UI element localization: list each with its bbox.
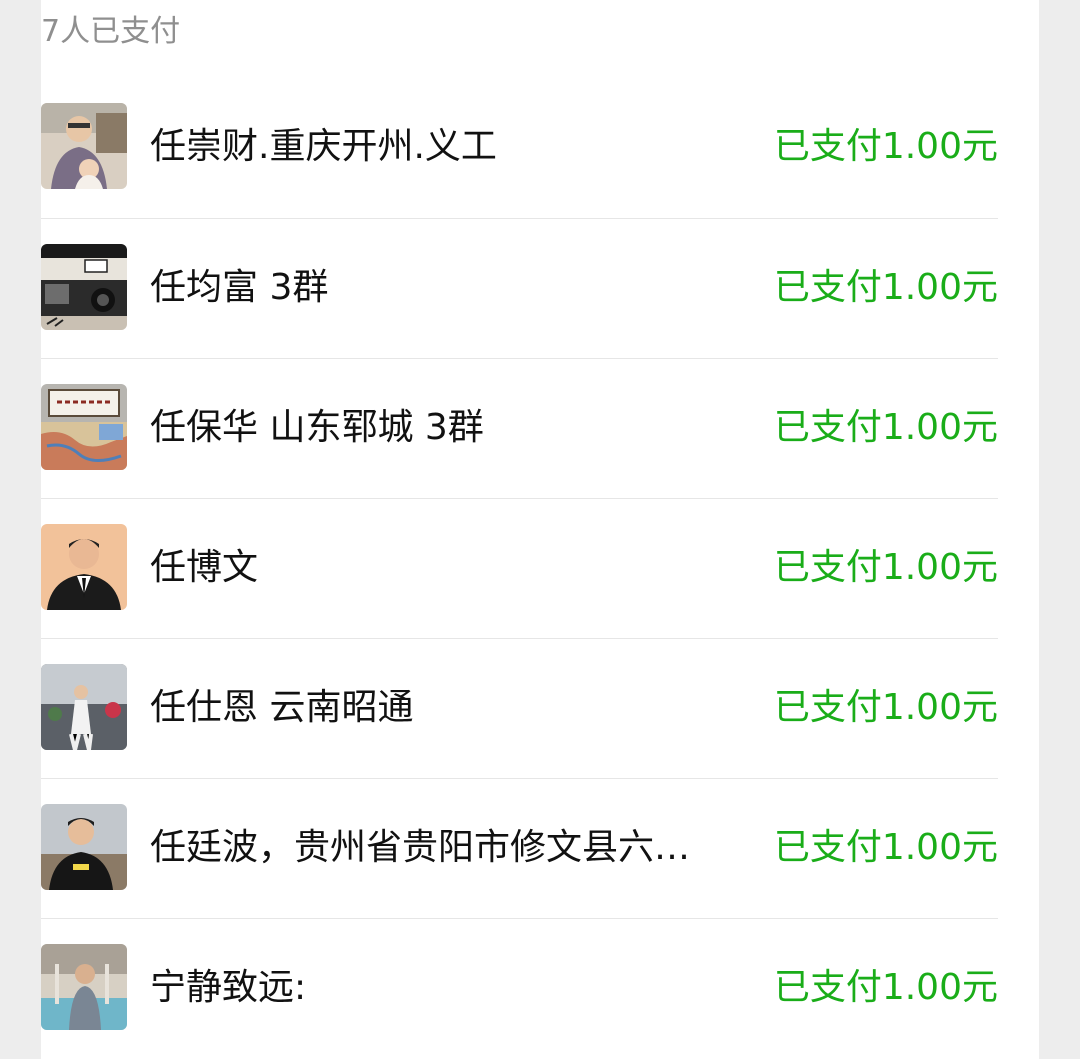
payment-status: 已支付1.00元 <box>773 407 998 448</box>
payment-status: 已支付1.00元 <box>773 967 998 1008</box>
avatar[interactable] <box>41 524 127 610</box>
payment-status: 已支付1.00元 <box>773 687 998 728</box>
payer-name: 任廷波，贵州省贵阳市修文县六… <box>150 827 691 868</box>
payer-row[interactable]: 任博文 已支付1.00元 <box>41 498 998 638</box>
avatar[interactable] <box>41 103 127 189</box>
payer-row[interactable]: 任崇财.重庆开州.义工 已支付1.00元 <box>41 78 998 218</box>
payer-name: 任均富 3群 <box>150 267 329 308</box>
avatar[interactable] <box>41 664 127 750</box>
payer-row[interactable]: 任廷波，贵州省贵阳市修文县六… 已支付1.00元 <box>41 778 998 918</box>
payer-row[interactable]: 任保华 山东郓城 3群 已支付1.00元 <box>41 358 998 498</box>
payer-list: 任崇财.重庆开州.义工 已支付1.00元 任均富 3群 已支付1.00元 任保华… <box>41 78 998 1058</box>
avatar[interactable] <box>41 244 127 330</box>
paid-count-header: 7人已支付 <box>41 14 181 49</box>
avatar[interactable] <box>41 944 127 1030</box>
payment-status: 已支付1.00元 <box>773 827 998 868</box>
payment-status: 已支付1.00元 <box>773 547 998 588</box>
payer-name: 任博文 <box>150 547 259 588</box>
avatar[interactable] <box>41 804 127 890</box>
payment-status: 已支付1.00元 <box>773 126 998 167</box>
payer-row[interactable]: 任仕恩 云南昭通 已支付1.00元 <box>41 638 998 778</box>
avatar[interactable] <box>41 384 127 470</box>
payer-name: 任崇财.重庆开州.义工 <box>150 126 497 167</box>
payer-name: 任仕恩 云南昭通 <box>150 687 414 728</box>
payer-name: 宁静致远: <box>150 967 307 1008</box>
payment-status: 已支付1.00元 <box>773 267 998 308</box>
payer-name: 任保华 山东郓城 3群 <box>150 407 484 448</box>
payer-row[interactable]: 任均富 3群 已支付1.00元 <box>41 218 998 358</box>
payer-row[interactable]: 宁静致远: 已支付1.00元 <box>41 918 998 1058</box>
